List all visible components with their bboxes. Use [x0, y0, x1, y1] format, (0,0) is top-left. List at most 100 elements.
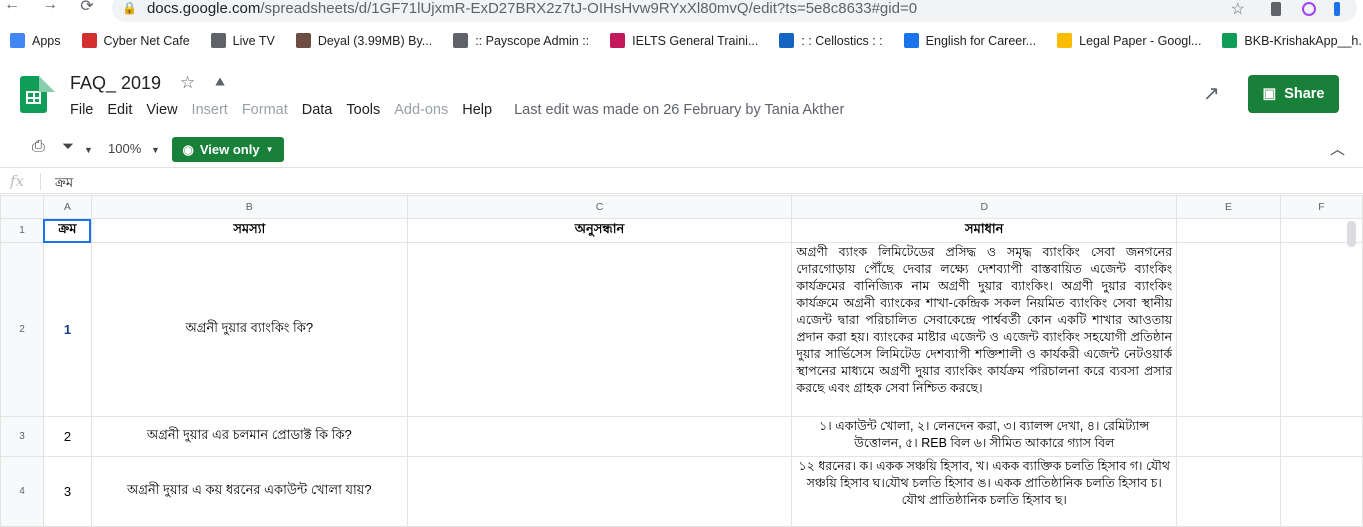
reload-icon[interactable]: ⟳ — [77, 0, 97, 16]
menu-view[interactable]: View — [146, 102, 177, 118]
bookmark-item[interactable]: Apps — [10, 33, 61, 48]
last-edit-link[interactable]: Last edit was made on 26 February by Tan… — [514, 102, 844, 118]
bookmark-item[interactable]: : : Cellostics : : — [779, 33, 883, 48]
fx-label: fx — [10, 172, 25, 190]
zoom-dropdown-icon[interactable]: ▼ — [151, 145, 160, 155]
zoom-select[interactable]: 100% — [108, 141, 141, 156]
cell-b2[interactable]: অগ্রনী দুয়ার ব্যাংকিং কি? — [90, 242, 408, 417]
cell-f4[interactable] — [1280, 456, 1363, 527]
extension-icon[interactable] — [1334, 2, 1340, 16]
sheets-logo-icon[interactable] — [20, 76, 55, 113]
filter-icon[interactable]: ⏷ — [62, 138, 74, 155]
bookmark-label: Legal Paper - Googl... — [1079, 33, 1202, 48]
row-header[interactable]: 4 — [0, 456, 44, 527]
row-header[interactable]: 3 — [0, 416, 44, 457]
cell-e1[interactable] — [1176, 218, 1281, 243]
vertical-scrollbar[interactable] — [1347, 221, 1356, 247]
column-header-e[interactable]: E — [1176, 195, 1281, 219]
cell-d4[interactable]: ১২ ধরনের। ক। একক সঞ্চয়ি হিসাব, খ। একক ব… — [791, 456, 1178, 527]
link-icon — [903, 33, 919, 48]
cell-d3[interactable]: ১। একাউন্ট খোলা, ২। লেনদেন করা, ৩। ব্যাল… — [791, 416, 1178, 457]
divider — [40, 173, 41, 190]
bookmark-item[interactable]: Deyal (3.99MB) By... — [295, 33, 433, 48]
row-header[interactable]: 1 — [0, 218, 44, 243]
formula-input[interactable]: ক্রম — [55, 174, 73, 195]
column-header-b[interactable]: B — [90, 195, 408, 219]
view-only-button[interactable]: ◉ View only ▼ — [172, 137, 284, 162]
forward-arrow-icon[interactable]: → — [40, 0, 60, 14]
menu-help[interactable]: Help — [462, 102, 492, 118]
bookmark-item[interactable]: BKB-KrishakApp__h... — [1222, 33, 1363, 48]
cell-a3[interactable]: 2 — [42, 416, 92, 457]
cell-b4[interactable]: অগ্রনী দুয়ার এ কয় ধরনের একাউন্ট খোলা য… — [90, 456, 408, 527]
column-header-d[interactable]: D — [791, 195, 1178, 219]
extension-icon[interactable] — [1271, 2, 1281, 16]
cell-b1[interactable]: সমস্যা — [90, 218, 408, 243]
bookmark-label: Live TV — [232, 33, 275, 48]
cell-d1[interactable]: সমাধান — [791, 218, 1178, 243]
print-icon[interactable]: ⎙ — [32, 138, 45, 156]
back-arrow-icon[interactable]: ← — [2, 0, 22, 14]
cell-a2[interactable]: 1 — [42, 242, 92, 417]
cell-c3[interactable] — [406, 416, 793, 457]
cell-e2[interactable] — [1176, 242, 1281, 417]
bookmark-item[interactable]: Live TV — [210, 33, 275, 48]
bookmark-item[interactable]: Legal Paper - Googl... — [1057, 33, 1201, 48]
cell-a4[interactable]: 3 — [42, 456, 92, 527]
drive-icon[interactable]: ⯅ — [213, 73, 227, 93]
menu-tools[interactable]: Tools — [346, 102, 380, 118]
menu-file[interactable]: File — [70, 102, 93, 118]
activity-trend-icon[interactable]: ↗ — [1203, 81, 1220, 106]
select-all-corner[interactable] — [0, 195, 44, 219]
chevron-down-icon: ▼ — [265, 145, 274, 154]
row-header[interactable]: 2 — [0, 242, 44, 417]
menu-data[interactable]: Data — [302, 102, 333, 118]
bookmark-label: Apps — [32, 33, 61, 48]
cell-c4[interactable] — [406, 456, 793, 527]
url-host: docs.google.com — [146, 0, 261, 17]
ielts-icon — [610, 33, 626, 48]
filter-dropdown-icon[interactable]: ▼ — [84, 145, 93, 155]
column-header-f[interactable]: F — [1280, 195, 1363, 219]
cell-c2[interactable] — [406, 242, 793, 417]
star-icon[interactable]: ☆ — [180, 73, 195, 93]
share-button[interactable]: ▣ Share — [1248, 75, 1339, 113]
doc-title[interactable]: FAQ_ 2019 — [70, 73, 161, 94]
cell-a1[interactable]: ক্রম — [42, 218, 92, 243]
lock-icon: 🔒 — [122, 1, 137, 15]
bookmark-item[interactable]: IELTS General Traini... — [610, 33, 758, 48]
cellostics-icon — [779, 33, 795, 48]
menu-insert[interactable]: Insert — [192, 102, 228, 118]
bookmark-star-icon[interactable]: ☆ — [1231, 0, 1245, 19]
bookmark-item[interactable]: English for Career... — [903, 33, 1036, 48]
cell-d2[interactable]: অগ্রণী ব্যাংক লিমিটেডের প্রসিদ্ধ ও সমৃদ্… — [791, 242, 1178, 417]
bookmark-label: IELTS General Traini... — [632, 33, 759, 48]
menu-addons[interactable]: Add-ons — [394, 102, 448, 118]
cell-e3[interactable] — [1176, 416, 1281, 457]
address-bar[interactable]: 🔒 docs.google.com /spreadsheets/d/1GF71l… — [112, 0, 1357, 22]
profile-icon[interactable] — [1302, 2, 1316, 16]
menu-edit[interactable]: Edit — [107, 102, 132, 118]
cell-e4[interactable] — [1176, 456, 1281, 527]
deyal-icon — [295, 33, 311, 48]
share-label: Share — [1284, 86, 1325, 102]
bookmark-label: BKB-KrishakApp__h... — [1244, 33, 1363, 48]
bookmark-item[interactable]: Cyber Net Cafe — [81, 33, 190, 48]
bookmark-item[interactable]: :: Payscope Admin :: — [453, 33, 589, 48]
bookmark-label: Deyal (3.99MB) By... — [317, 33, 433, 48]
cell-b3[interactable]: অগ্রনী দুয়ার এর চলমান প্রোডাক্ট কি কি? — [90, 416, 408, 457]
bookmarks-bar: Apps Cyber Net Cafe Live TV Deyal (3.99MB) … — [0, 27, 1363, 54]
eye-icon: ◉ — [182, 141, 194, 157]
url-path: /spreadsheets/d/1GF71lUjxmR-ExD27BRX2z7t… — [260, 0, 918, 17]
sheet-toolbar: ⎙ ⏷ ▼ 100% ▼ ◉ View only ▼ ︿ — [0, 132, 1363, 168]
browser-toolbar: ← → ⟳ 🔒 docs.google.com /spreadsheets/d/… — [0, 0, 1363, 25]
menu-format[interactable]: Format — [242, 102, 288, 118]
cell-c1[interactable]: অনুসন্ধান — [406, 218, 793, 243]
view-only-label: View only — [199, 142, 260, 157]
cell-f2[interactable] — [1280, 242, 1363, 417]
collapse-chevron-icon[interactable]: ︿ — [1330, 138, 1345, 159]
cell-f3[interactable] — [1280, 416, 1363, 457]
column-header-c[interactable]: C — [406, 195, 793, 219]
menu-bar: File Edit View Insert Format Data Tools Add-ons… — [70, 102, 844, 118]
column-header-a[interactable]: A — [42, 195, 92, 219]
